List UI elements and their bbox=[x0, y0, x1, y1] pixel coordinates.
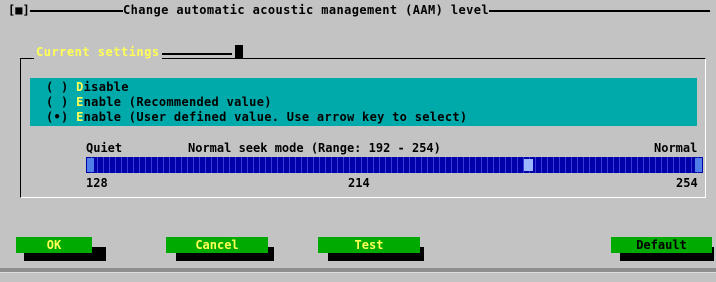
aam-options-panel: ( ) Disable ( ) Enable (Recommended valu… bbox=[30, 78, 697, 126]
group-title: Current settings bbox=[34, 45, 162, 59]
option-disable[interactable]: ( ) Disable bbox=[46, 80, 129, 94]
slider-left-arrow-icon[interactable] bbox=[87, 158, 94, 172]
cancel-button[interactable]: Cancel bbox=[166, 237, 268, 253]
radio-mark: ( ) bbox=[46, 95, 69, 109]
hotkey-letter: D bbox=[76, 80, 84, 94]
option-label: nable (Recommended value) bbox=[83, 95, 272, 109]
option-label: nable (User defined value. Use arrow key… bbox=[83, 110, 468, 124]
aam-level-slider[interactable] bbox=[86, 157, 703, 173]
default-button[interactable]: Default bbox=[611, 237, 712, 253]
test-button[interactable]: Test bbox=[318, 237, 420, 253]
radio-mark: ( ) bbox=[46, 80, 69, 94]
window-bottom-edge bbox=[0, 272, 716, 273]
slider-min-value: 128 bbox=[86, 176, 108, 190]
slider-right-arrow-icon[interactable] bbox=[695, 158, 702, 172]
slider-max-value: 254 bbox=[676, 176, 698, 190]
window-close-button[interactable]: [■] bbox=[8, 3, 30, 17]
option-label: isable bbox=[83, 80, 129, 94]
hotkey-letter: E bbox=[76, 95, 84, 109]
slider-caption: Normal seek mode (Range: 192 - 254) bbox=[188, 141, 441, 155]
slider-right-label: Normal bbox=[654, 141, 698, 155]
slider-mid-value: 214 bbox=[348, 176, 370, 190]
window-title: Change automatic acoustic management (AA… bbox=[123, 3, 489, 17]
option-enable-user-defined[interactable]: (•) Enable (User defined value. Use arro… bbox=[46, 110, 467, 124]
ok-button[interactable]: OK bbox=[16, 237, 92, 253]
hotkey-letter: E bbox=[76, 110, 84, 124]
slider-thumb[interactable] bbox=[524, 159, 533, 171]
slider-left-label: Quiet bbox=[86, 141, 123, 155]
text-cursor bbox=[235, 45, 243, 59]
radio-mark: (•) bbox=[46, 110, 69, 124]
option-enable-recommended[interactable]: ( ) Enable (Recommended value) bbox=[46, 95, 272, 109]
